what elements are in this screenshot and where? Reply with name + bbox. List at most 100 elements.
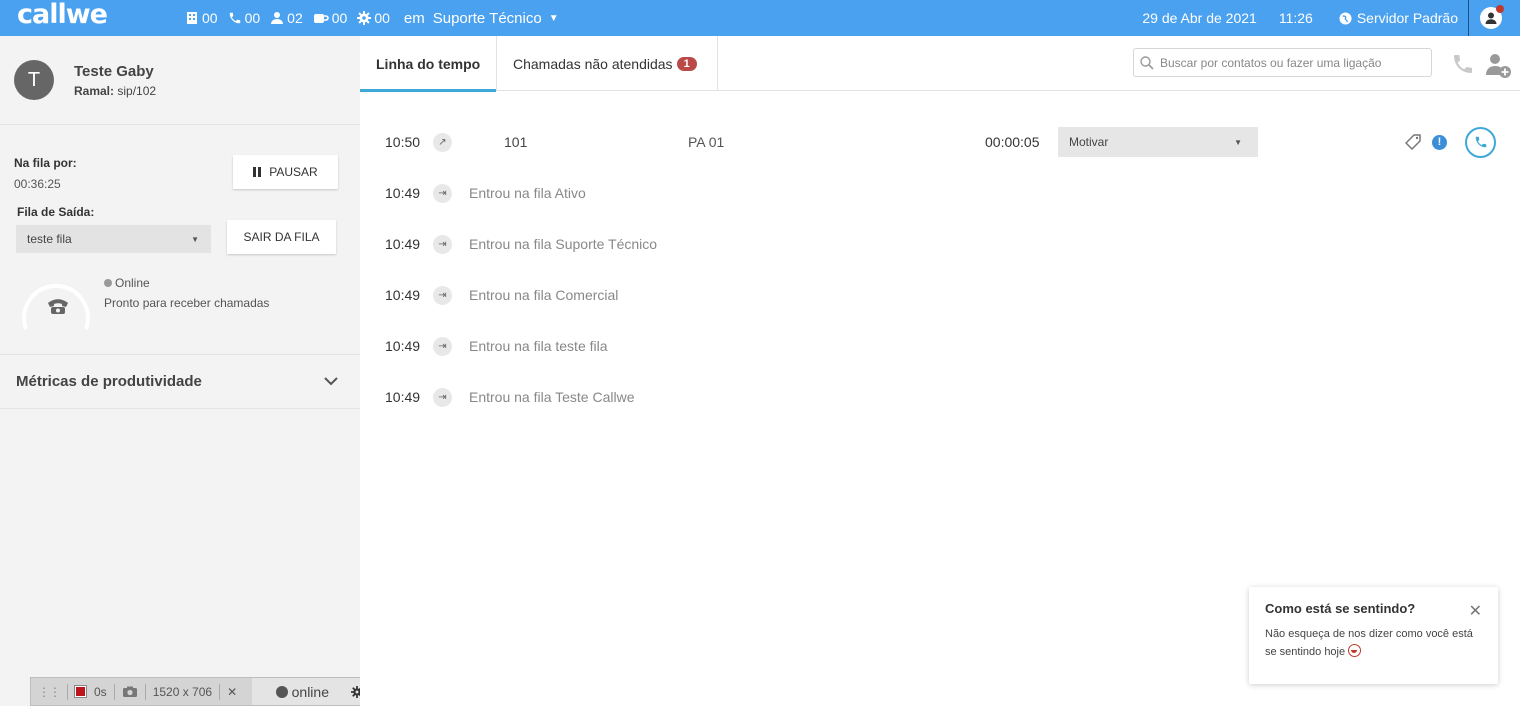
toast-title: Como está se sentindo? — [1265, 601, 1416, 616]
stat-users-value: 02 — [287, 10, 303, 26]
event-text: Entrou na fila Comercial — [469, 287, 619, 303]
close-icon[interactable]: ✕ — [220, 684, 244, 700]
recorder-status-text: online — [291, 683, 329, 700]
call-reason-value: Motivar — [1069, 135, 1109, 149]
enter-queue-icon: ⇥ — [433, 234, 452, 254]
call-pa: PA 01 — [688, 134, 725, 150]
stat-settings: 00 — [357, 10, 390, 26]
timeline-event-row: 10:49 ⇥ Entrou na fila Teste Callwe — [360, 377, 1520, 417]
tab-timeline[interactable]: Linha do tempo — [359, 36, 497, 92]
phone-icon — [1475, 136, 1486, 148]
tab-divider — [496, 36, 497, 91]
agent-status-text: Online — [115, 276, 150, 290]
avatar: T — [14, 60, 54, 100]
tab-bar: Linha do tempo Chamadas não atendidas 1 — [359, 36, 1520, 92]
stat-calls: 00 — [228, 10, 261, 26]
coffee-icon — [313, 14, 329, 23]
user-name: Teste Gaby — [74, 62, 154, 80]
user-extension: Ramal: sip/102 — [74, 84, 156, 98]
tag-icon[interactable] — [1405, 134, 1421, 150]
phone-status-ring — [22, 283, 90, 330]
stat-agents-value: 00 — [202, 10, 218, 26]
server-name: Servidor Padrão — [1356, 10, 1458, 26]
current-date: 29 de Abr de 2021 — [1142, 10, 1257, 26]
enter-queue-icon: ⇥ — [433, 336, 452, 356]
stat-agents: 00 — [185, 10, 218, 26]
close-icon[interactable]: ✕ — [1469, 601, 1482, 621]
event-text: Entrou na fila Teste Callwe — [469, 389, 635, 405]
event-time: 10:49 — [385, 185, 421, 201]
record-duration: 0s — [94, 684, 107, 699]
event-time: 10:49 — [385, 389, 421, 405]
search-box — [1133, 48, 1432, 77]
stop-icon — [74, 685, 87, 698]
exit-queue-button[interactable]: SAIR DA FILA — [227, 220, 336, 254]
callback-button[interactable] — [1465, 126, 1496, 158]
phone-icon — [229, 12, 240, 24]
stat-pause: 00 — [313, 10, 347, 26]
top-bar: callwe 00 00 02 00 00 em Suporte Técnico… — [0, 0, 1520, 36]
camera-icon — [122, 686, 137, 697]
tab-missed-calls-label: Chamadas não atendidas — [513, 55, 673, 72]
productivity-metrics-toggle[interactable]: Métricas de produtividade — [0, 355, 360, 409]
queue-dropdown-value: Suporte Técnico — [432, 9, 542, 27]
event-time: 10:49 — [385, 287, 421, 303]
record-control[interactable]: 0s — [68, 683, 115, 700]
ramal-value: sip/102 — [117, 83, 157, 98]
status-dot-icon — [104, 279, 112, 287]
caret-down-icon: ▼ — [548, 12, 559, 24]
pause-button-label: PAUSAR — [269, 165, 318, 179]
user-card: T Teste Gaby Ramal: sip/102 — [0, 36, 360, 125]
enter-queue-icon: ⇥ — [433, 387, 452, 407]
event-time: 10:49 — [385, 236, 421, 252]
timeline-event-row: 10:49 ⇥ Entrou na fila Ativo — [360, 173, 1520, 213]
tab-missed-calls[interactable]: Chamadas não atendidas 1 — [513, 36, 697, 91]
timeline-event-row: 10:49 ⇥ Entrou na fila Suporte Técnico — [360, 224, 1520, 264]
queue-time-label: Na fila por: — [14, 156, 77, 170]
pause-button[interactable]: PAUSAR — [233, 155, 338, 189]
stat-calls-value: 00 — [244, 10, 261, 26]
server-selector[interactable]: Servidor Padrão — [1339, 10, 1458, 26]
stat-settings-value: 00 — [374, 10, 390, 26]
status-counters: 00 00 02 00 00 em Suporte Técnico ▼ — [185, 10, 559, 27]
search-icon — [1140, 55, 1154, 70]
exit-queue-selected: teste fila — [27, 232, 72, 246]
call-time: 10:50 — [385, 134, 421, 150]
timeline-event-row: 10:49 ⇥ Entrou na fila teste fila — [360, 326, 1520, 366]
drag-handle-icon[interactable]: ⋮⋮ — [31, 683, 68, 700]
exit-queue-button-label: SAIR DA FILA — [243, 230, 320, 244]
call-duration: 00:00:05 — [985, 134, 1040, 150]
globe-icon — [1339, 11, 1352, 25]
enter-queue-icon: ⇥ — [433, 285, 452, 305]
ramal-label: Ramal: — [74, 83, 115, 98]
user-icon — [271, 12, 284, 24]
current-time: 11:26 — [1278, 10, 1313, 26]
user-icon — [1485, 12, 1497, 24]
outgoing-call-icon: ↗ — [433, 132, 452, 152]
alert-icon[interactable]: ! — [1432, 134, 1447, 150]
add-contact-icon[interactable] — [1484, 51, 1512, 79]
queue-panel: Na fila por: 00:36:25 PAUSAR Fila de Saí… — [0, 125, 360, 355]
toast-message: Não esqueça de nos dizer como você está … — [1265, 628, 1473, 658]
caret-down-icon: ▼ — [1234, 137, 1242, 147]
event-text: Entrou na fila teste fila — [469, 338, 608, 354]
call-number: 101 — [504, 134, 528, 150]
smile-emoji-icon — [1348, 644, 1362, 657]
caret-down-icon: ▼ — [191, 234, 199, 244]
toast-body: Não esqueça de nos dizer como você está … — [1265, 625, 1482, 661]
notification-dot — [1496, 5, 1504, 13]
recorder-status: online — [252, 678, 373, 705]
phone-icon[interactable] — [1451, 52, 1475, 76]
screenshot-button[interactable] — [115, 683, 146, 700]
queue-prefix: em — [403, 9, 425, 27]
call-reason-select[interactable]: Motivar ▼ — [1058, 127, 1258, 157]
user-menu-button[interactable] — [1480, 5, 1504, 29]
exit-queue-select[interactable]: teste fila ▼ — [16, 225, 211, 253]
event-text: Entrou na fila Ativo — [469, 185, 586, 201]
queue-dropdown[interactable]: Suporte Técnico ▼ — [433, 10, 559, 27]
status-dot-icon — [275, 685, 288, 698]
search-input[interactable] — [1160, 55, 1420, 70]
timeline-event-row: 10:49 ⇥ Entrou na fila Comercial — [360, 275, 1520, 315]
sidebar: T Teste Gaby Ramal: sip/102 Na fila por:… — [0, 36, 360, 706]
agent-status-description: Pronto para receber chamadas — [104, 296, 270, 310]
